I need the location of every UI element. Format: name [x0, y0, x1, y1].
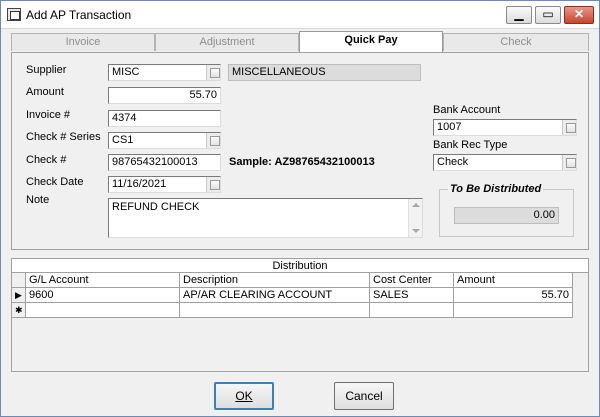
check-date-picker[interactable]: 11/16/2021 [108, 176, 221, 193]
check-series-value: CS1 [112, 134, 134, 146]
bank-account-select[interactable]: 1007 [433, 119, 577, 136]
ok-button[interactable]: OK [214, 382, 274, 410]
quick-pay-panel: Supplier MISC MISCELLANEOUS Amount 55.70… [11, 52, 589, 250]
amount-input[interactable]: 55.70 [108, 87, 221, 104]
check-date-label: Check Date [26, 176, 84, 188]
invoice-label: Invoice # [26, 109, 71, 121]
bank-rec-type-label: Bank Rec Type [433, 139, 508, 151]
supplier-code-select[interactable]: MISC [108, 64, 221, 81]
minimize-icon: ▁ [514, 7, 524, 21]
check-series-select[interactable]: CS1 [108, 132, 221, 149]
close-icon: ✕ [573, 7, 585, 21]
scroll-down-icon[interactable] [412, 229, 420, 233]
cancel-button-label: Cancel [345, 389, 383, 403]
title-bar: Add AP Transaction ▁ ▭ ✕ [1, 1, 599, 29]
description-cell[interactable]: AP/AR CLEARING ACCOUNT [180, 288, 370, 303]
supplier-code-value: MISC [112, 66, 140, 78]
tab-check[interactable]: Check [443, 33, 589, 51]
note-value: REFUND CHECK [112, 201, 200, 213]
window-title: Add AP Transaction [26, 8, 132, 22]
to-be-distributed-label: To Be Distributed [448, 183, 544, 195]
amount-label: Amount [26, 86, 64, 98]
dropdown-button-icon[interactable] [206, 65, 220, 80]
tab-invoice[interactable]: Invoice [11, 33, 155, 51]
close-button[interactable]: ✕ [564, 6, 594, 24]
note-scrollbar[interactable] [408, 199, 422, 237]
column-header-description[interactable]: Description [180, 273, 370, 288]
supplier-label: Supplier [26, 64, 67, 76]
tab-adjustment[interactable]: Adjustment [155, 33, 299, 51]
column-header-gl-account[interactable]: G/L Account [26, 273, 180, 288]
cost-center-cell[interactable] [370, 303, 454, 318]
column-header-amount[interactable]: Amount [454, 273, 573, 288]
to-be-distributed-field: 0.00 [454, 207, 559, 224]
ok-button-label: OK [235, 389, 253, 403]
note-textarea[interactable]: REFUND CHECK [108, 198, 423, 238]
maximize-button[interactable]: ▭ [535, 6, 561, 24]
distribution-title: Distribution [12, 259, 588, 273]
dropdown-button-icon[interactable] [562, 155, 576, 170]
calendar-dropdown-icon[interactable] [206, 177, 220, 192]
maximize-icon: ▭ [542, 7, 554, 21]
distribution-panel: Distribution G/L Account Description Cos… [11, 258, 589, 372]
scroll-up-icon[interactable] [412, 203, 420, 207]
gl-account-cell[interactable] [26, 303, 180, 318]
bank-account-value: 1007 [437, 121, 462, 133]
supplier-name-field: MISCELLANEOUS [228, 64, 421, 81]
current-row-indicator-icon[interactable]: ▶ [12, 288, 26, 303]
minimize-button[interactable]: ▁ [506, 6, 532, 24]
check-number-input[interactable]: 98765432100013 [108, 154, 221, 171]
invoice-input[interactable]: 4374 [108, 110, 221, 127]
amount-cell[interactable]: 55.70 [454, 288, 573, 303]
cost-center-cell[interactable]: SALES [370, 288, 454, 303]
new-row-indicator-icon[interactable]: ✱ [12, 303, 26, 318]
dropdown-button-icon[interactable] [562, 120, 576, 135]
check-date-value: 11/16/2021 [112, 178, 167, 190]
check-number-sample: Sample: AZ98765432100013 [229, 156, 375, 168]
bank-account-label: Bank Account [433, 104, 501, 116]
tab-quick-pay[interactable]: Quick Pay [299, 31, 443, 52]
app-icon [7, 8, 21, 21]
tab-strip: Invoice Adjustment Quick Pay Check [11, 31, 589, 52]
description-cell[interactable] [180, 303, 370, 318]
column-header-cost-center[interactable]: Cost Center [370, 273, 454, 288]
bank-rec-type-select[interactable]: Check [433, 154, 577, 171]
bank-rec-type-value: Check [437, 156, 469, 168]
gl-account-cell[interactable]: 9600 [26, 288, 180, 303]
to-be-distributed-group: To Be Distributed 0.00 [439, 183, 574, 237]
amount-cell[interactable] [454, 303, 573, 318]
dropdown-button-icon[interactable] [206, 133, 220, 148]
cancel-button[interactable]: Cancel [334, 382, 394, 410]
check-number-label: Check # [26, 154, 67, 166]
row-selector-header [12, 273, 26, 288]
note-label: Note [26, 194, 50, 206]
add-ap-transaction-window: Add AP Transaction ▁ ▭ ✕ Invoice Adjustm… [0, 0, 600, 417]
check-series-label: Check # Series [26, 131, 101, 143]
